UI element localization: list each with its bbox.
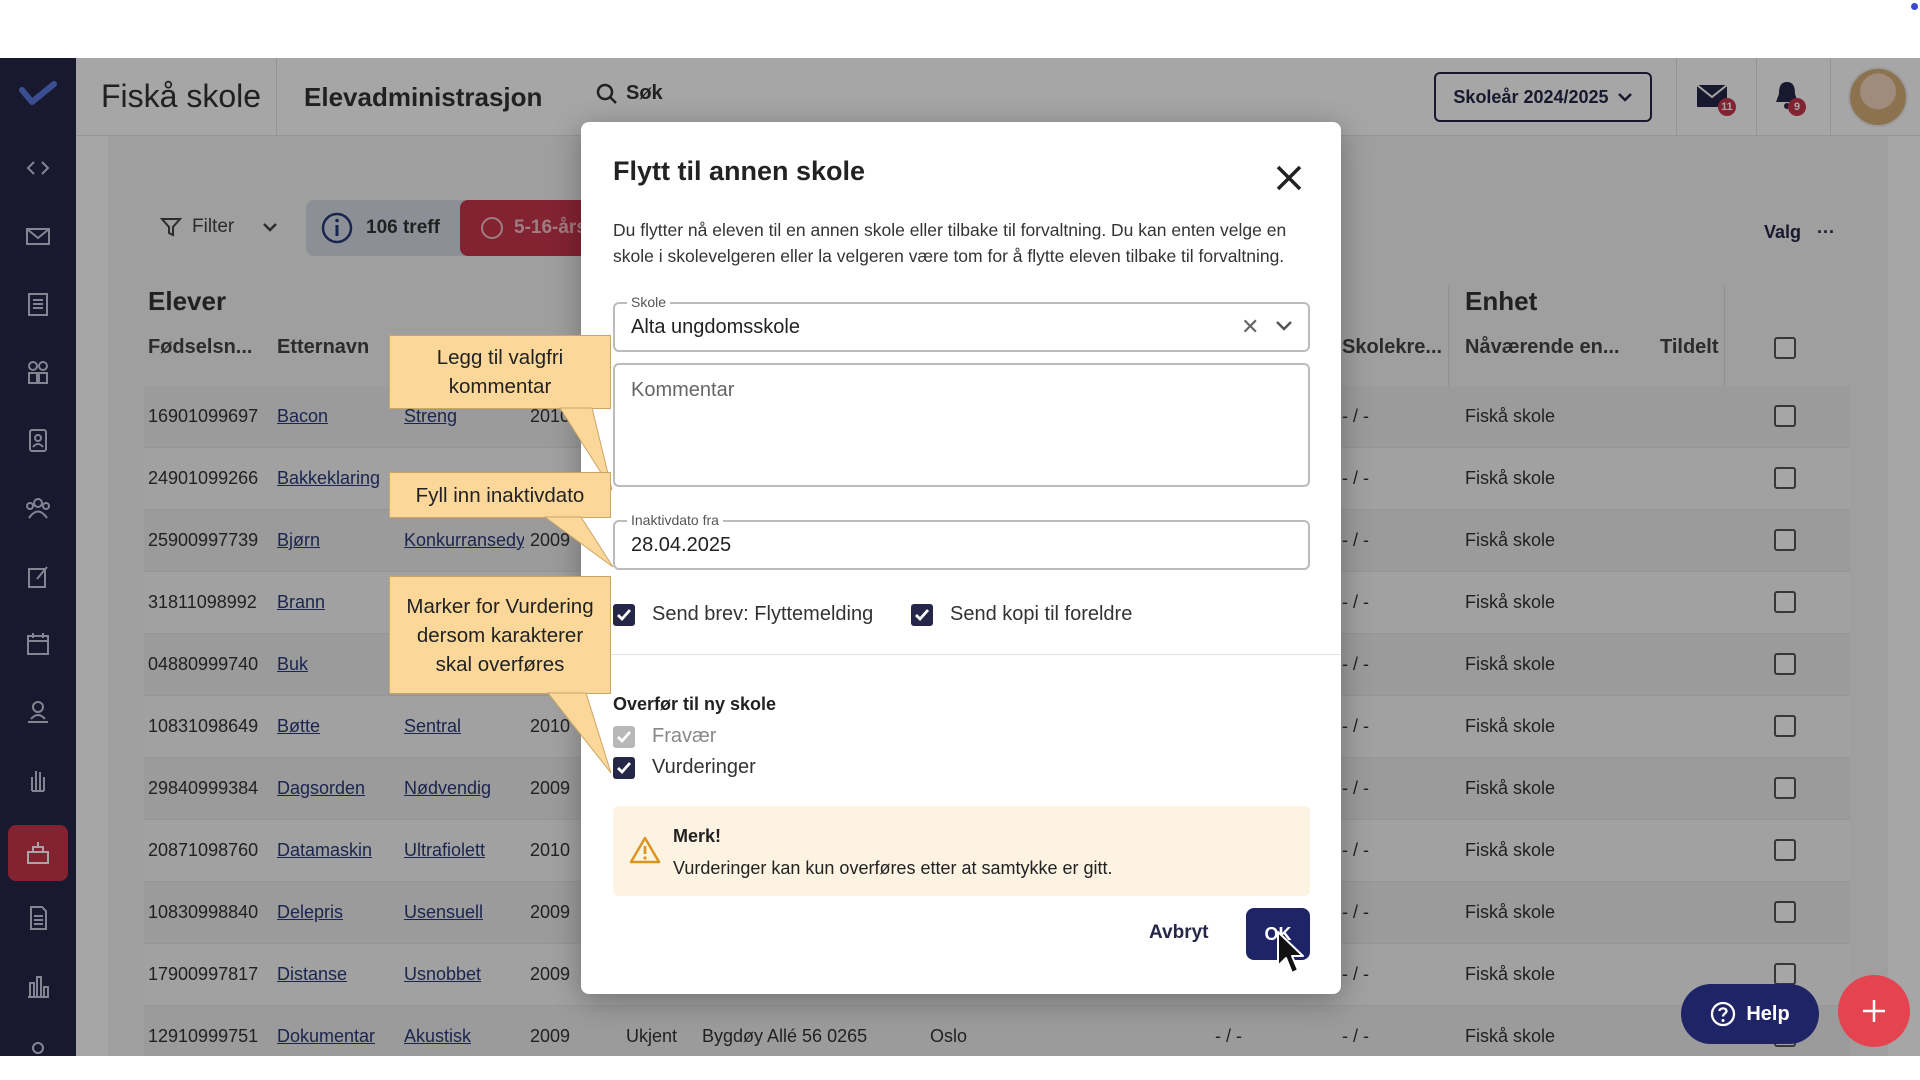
cancel-button[interactable]: Avbryt xyxy=(1149,922,1208,944)
school-field-label: Skole xyxy=(627,294,671,310)
send-letter-checkbox[interactable] xyxy=(613,604,635,626)
school-field-value: Alta ungdomsskole xyxy=(631,316,800,338)
callout-comment: Legg til valgfri kommentar xyxy=(389,335,611,409)
consent-alert: Merk! Vurderinger kan kun overføres ette… xyxy=(613,806,1310,896)
checkmark-icon xyxy=(617,609,632,622)
warning-icon xyxy=(629,836,661,864)
corner-indicator xyxy=(1911,3,1918,10)
checkmark-icon xyxy=(617,762,632,775)
close-icon[interactable] xyxy=(1269,158,1309,198)
absence-label[interactable]: Fravær xyxy=(652,725,716,748)
alert-title: Merk! xyxy=(673,826,722,846)
add-button[interactable] xyxy=(1838,975,1910,1047)
callout-date-tail xyxy=(543,516,614,568)
help-label: Help xyxy=(1746,1002,1790,1025)
checkmark-icon xyxy=(617,731,632,744)
absence-checkbox[interactable] xyxy=(613,726,635,748)
mouse-pointer-icon xyxy=(1277,931,1304,974)
alert-text: Vurderinger kan kun overføres etter at s… xyxy=(673,858,1113,878)
send-copy-checkbox[interactable] xyxy=(911,604,933,626)
dialog-separator xyxy=(581,654,1341,655)
school-select[interactable]: Skole Alta ungdomsskole ✕ xyxy=(613,294,1310,352)
clear-icon[interactable]: ✕ xyxy=(1241,314,1259,340)
transfer-section-title: Overfør til ny skole xyxy=(613,694,777,714)
comment-placeholder: Kommentar xyxy=(631,379,735,401)
send-copy-label[interactable]: Send kopi til foreldre xyxy=(950,603,1132,626)
inactive-date-value: 28.04.2025 xyxy=(631,534,732,556)
dialog-title: Flytt til annen skole xyxy=(613,156,866,186)
callout-assessments-tail xyxy=(546,692,612,774)
plus-icon xyxy=(1863,1000,1885,1022)
inactive-date-field[interactable]: Inaktivdato fra 28.04.2025 xyxy=(613,512,1310,570)
move-school-dialog: Flytt til annen skole Du flytter nå elev… xyxy=(581,122,1341,994)
app-window: Fiskå skole Elevadministrasjon Søk Skole… xyxy=(0,58,1920,1056)
assessments-label[interactable]: Vurderinger xyxy=(652,756,756,779)
assessments-checkbox[interactable] xyxy=(613,757,635,779)
callout-assessments: Marker for Vurdering dersom karakterer s… xyxy=(389,576,611,694)
send-letter-label[interactable]: Send brev: Flyttemelding xyxy=(652,603,873,626)
dialog-description: Du flytter nå eleven til en annen skole … xyxy=(613,220,1287,266)
help-button[interactable]: Help xyxy=(1681,984,1819,1044)
checkmark-icon xyxy=(915,609,930,622)
callout-date: Fyll inn inaktivdato xyxy=(389,472,611,518)
comment-textarea[interactable]: Kommentar xyxy=(613,363,1310,487)
chevron-down-icon[interactable] xyxy=(1275,318,1293,332)
question-circle-icon xyxy=(1711,1001,1736,1027)
inactive-date-label: Inaktivdato fra xyxy=(627,512,723,528)
